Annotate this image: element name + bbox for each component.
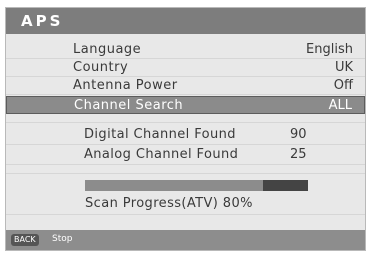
- menu-item-antenna-power[interactable]: Antenna Power Off: [6, 77, 365, 95]
- analog-channel-label: Analog Channel Found: [84, 147, 239, 162]
- analog-channel-row: Analog Channel Found 25: [6, 145, 365, 165]
- menu-item-label: Language: [73, 42, 142, 57]
- back-key-icon[interactable]: BACK: [11, 234, 39, 246]
- menu-item-label: Channel Search: [74, 98, 184, 113]
- digital-channel-row: Digital Channel Found 90: [6, 125, 365, 145]
- stop-label: Stop: [52, 234, 73, 244]
- divider: [6, 173, 365, 174]
- menu-item-value: English: [306, 42, 353, 57]
- analog-channel-count: 25: [290, 147, 307, 162]
- divider: [6, 214, 365, 215]
- menu-item-label: Country: [73, 60, 129, 75]
- scan-progress-fill: [85, 180, 264, 191]
- menu-item-country[interactable]: Country UK: [6, 59, 365, 77]
- menu-item-value: UK: [334, 60, 353, 75]
- aps-menu-panel: APS Language English Country UK Antenna …: [5, 7, 366, 251]
- menu-item-label: Antenna Power: [73, 78, 178, 93]
- menu-item-value: ALL: [328, 98, 352, 113]
- menu-item-channel-search[interactable]: Channel Search ALL: [6, 96, 365, 114]
- footer-bar: BACK Stop: [6, 230, 365, 250]
- scan-progress-bar: [85, 180, 308, 191]
- menu-item-language[interactable]: Language English: [6, 41, 365, 59]
- digital-channel-count: 90: [290, 127, 307, 142]
- digital-channel-label: Digital Channel Found: [84, 127, 236, 142]
- menu-item-value: Off: [333, 78, 353, 93]
- scan-progress-text: Scan Progress(ATV) 80%: [85, 196, 253, 211]
- menu-title: APS: [21, 12, 64, 30]
- divider: [6, 122, 365, 123]
- title-bar: APS: [6, 8, 365, 34]
